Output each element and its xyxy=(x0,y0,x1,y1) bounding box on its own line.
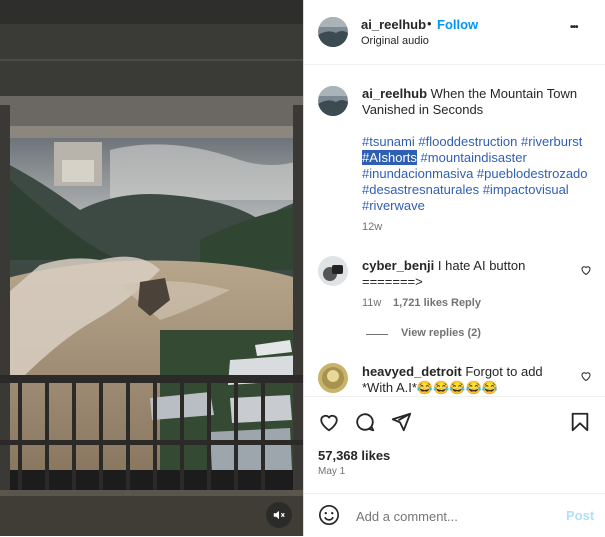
post-comment-button[interactable]: Post xyxy=(566,508,594,523)
paper-plane-icon[interactable] xyxy=(390,411,412,433)
comment-input[interactable] xyxy=(354,505,548,527)
post-header: ai_reelhub • Follow Original audio ••• xyxy=(304,0,605,65)
hashtag[interactable]: #desastresnaturales xyxy=(362,182,479,197)
hashtag[interactable]: #inundacionmasiva xyxy=(362,166,473,181)
commenter-avatar[interactable] xyxy=(318,363,348,393)
commenter-avatar[interactable] xyxy=(318,256,348,286)
comment-like-heart-icon[interactable] xyxy=(580,264,592,276)
video-frame xyxy=(0,0,303,536)
muted-speaker-icon xyxy=(273,510,285,520)
caption-text: ai_reelhub When the Mountain Town Vanish… xyxy=(362,86,592,118)
mute-button[interactable] xyxy=(266,502,292,528)
more-options-button[interactable]: ••• xyxy=(570,22,578,33)
hashtag[interactable]: #riverwave xyxy=(362,198,425,213)
comment-username[interactable]: cyber_benji xyxy=(362,258,434,273)
reply-button[interactable]: Reply xyxy=(451,297,481,309)
post-panel: ai_reelhub • Follow Original audio ••• a… xyxy=(303,0,605,536)
caption-username[interactable]: ai_reelhub xyxy=(362,86,427,101)
caption-avatar[interactable] xyxy=(318,86,348,116)
comment: cyber_benji I hate AI button =======> xyxy=(362,258,562,290)
hashtag[interactable]: #tsunami xyxy=(362,134,415,149)
bookmark-icon[interactable] xyxy=(569,411,591,433)
view-replies-button[interactable]: View replies (2) xyxy=(401,327,481,339)
likes-count[interactable]: 57,368 likes xyxy=(318,448,390,463)
post-actions: 57,368 likes May 1 xyxy=(304,396,605,497)
smiley-icon[interactable] xyxy=(318,504,340,526)
hashtag[interactable]: #impactovisual xyxy=(483,182,569,197)
hashtag[interactable]: #pueblodestrozado xyxy=(477,166,588,181)
post-username[interactable]: ai_reelhub xyxy=(361,17,426,32)
comment-likes[interactable]: 1,721 likes xyxy=(393,297,448,309)
caption-age[interactable]: 12w xyxy=(362,221,382,233)
header-separator: • xyxy=(427,16,432,31)
comment-age[interactable]: 11w xyxy=(362,297,381,309)
heart-icon[interactable] xyxy=(318,411,340,433)
hashtag[interactable]: #mountaindisaster xyxy=(421,150,527,165)
hashtag[interactable]: #flooddestruction xyxy=(418,134,517,149)
hashtag[interactable]: #riverburst xyxy=(521,134,582,149)
comment-like-heart-icon[interactable] xyxy=(580,370,592,382)
comment: heavyed_detroit Forgot to add *With A.I*… xyxy=(362,364,567,396)
hashtag-selected[interactable]: #AIshorts xyxy=(362,150,417,165)
post-date[interactable]: May 1 xyxy=(318,466,345,477)
follow-button[interactable]: Follow xyxy=(437,17,478,32)
comment-bubble-icon[interactable] xyxy=(354,411,376,433)
audio-label[interactable]: Original audio xyxy=(361,35,429,47)
comment-username[interactable]: heavyed_detroit xyxy=(362,364,462,379)
replies-divider xyxy=(366,334,388,335)
avatar[interactable] xyxy=(318,17,348,47)
reel-video[interactable] xyxy=(0,0,303,536)
hashtag-list: #tsunami #flooddestruction #riverburst #… xyxy=(362,134,594,214)
comment-composer: Post xyxy=(304,493,605,537)
comments-section[interactable]: ai_reelhub When the Mountain Town Vanish… xyxy=(304,64,605,396)
